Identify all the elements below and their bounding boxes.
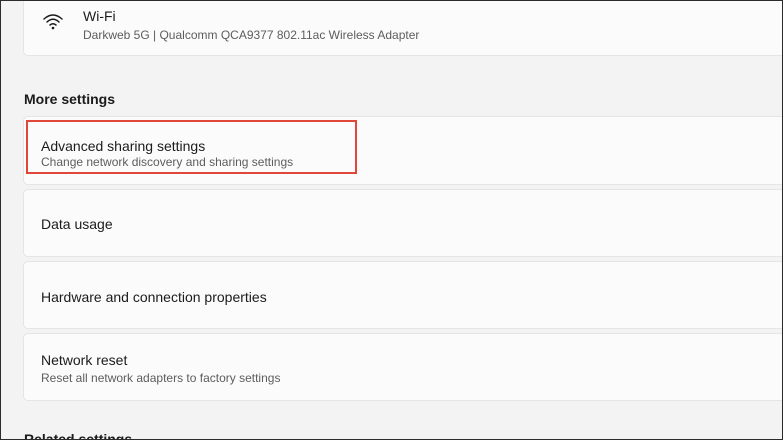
hardware-connection-properties-item[interactable]: Hardware and connection properties	[23, 261, 782, 329]
advanced-sharing-settings-title: Advanced sharing settings	[41, 138, 206, 154]
data-usage-item[interactable]: Data usage	[23, 189, 782, 257]
advanced-sharing-settings-item[interactable]: Advanced sharing settings Change network…	[23, 116, 782, 185]
wifi-subtitle: Darkweb 5G | Qualcomm QCA9377 802.11ac W…	[83, 28, 420, 42]
network-reset-title: Network reset	[41, 352, 128, 368]
wifi-card[interactable]: Wi-Fi Darkweb 5G | Qualcomm QCA9377 802.…	[23, 1, 782, 56]
hardware-connection-properties-title: Hardware and connection properties	[41, 289, 267, 305]
advanced-sharing-settings-subtitle: Change network discovery and sharing set…	[41, 155, 294, 169]
wifi-title: Wi-Fi	[83, 8, 116, 24]
wifi-icon	[43, 14, 63, 30]
network-reset-item[interactable]: Network reset Reset all network adapters…	[23, 333, 782, 401]
data-usage-title: Data usage	[41, 216, 113, 232]
more-settings-heading: More settings	[24, 91, 116, 107]
network-reset-subtitle: Reset all network adapters to factory se…	[41, 371, 281, 385]
related-settings-heading: Related settings	[24, 431, 133, 440]
settings-window: Wi-Fi Darkweb 5G | Qualcomm QCA9377 802.…	[0, 0, 783, 440]
